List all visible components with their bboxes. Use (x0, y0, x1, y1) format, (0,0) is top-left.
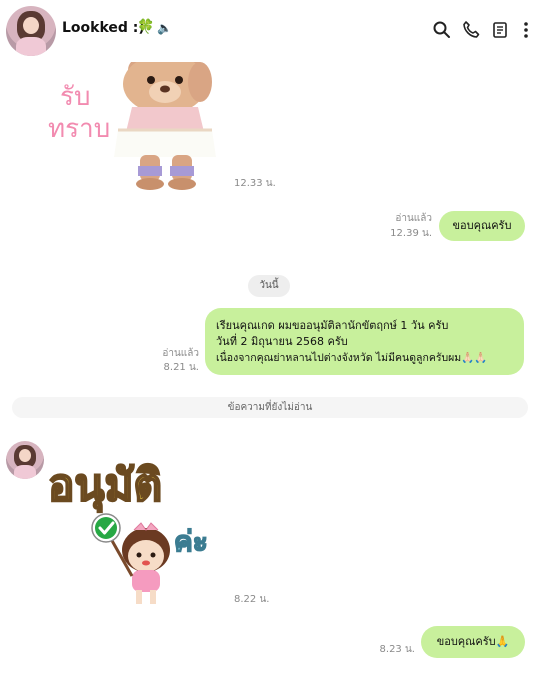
bear-sticker[interactable]: รับ ทราบ (40, 54, 230, 192)
notes-icon[interactable] (490, 20, 510, 40)
message-time: 8.21 น. (163, 362, 199, 373)
speaker-muted-icon[interactable]: 🔈 (157, 21, 172, 35)
date-separator: วันนี้ (248, 275, 290, 297)
sticker-text-main: อนุมัติ (47, 459, 163, 512)
four-leaf-clover-icon: 🍀 (137, 19, 155, 35)
sticker-text-sub: ค่ะ (173, 524, 208, 559)
message-time: 12.39 น. (390, 228, 432, 239)
chat-header: Lookked :) 🍀 🔈 (0, 0, 543, 62)
sticker-text-line2: ทราบ (48, 114, 111, 144)
read-status: อ่านแล้ว (162, 348, 199, 359)
outgoing-message-bubble[interactable]: เรียนคุณเกด ผมขออนุมัติลานักขัตฤกษ์ 1 วั… (205, 308, 524, 375)
outgoing-message-bubble[interactable]: ขอบคุณครับ (439, 211, 525, 241)
outgoing-message-bubble[interactable]: ขอบคุณครับ🙏 (421, 626, 525, 658)
approve-sticker[interactable]: อนุมัติ ค่ะ (46, 450, 226, 610)
read-status: อ่านแล้ว (395, 213, 432, 224)
sender-avatar[interactable] (6, 441, 44, 479)
search-icon[interactable] (432, 20, 452, 40)
message-time: 12.33 น. (234, 178, 276, 189)
unread-divider: ข้อความที่ยังไม่อ่าน (12, 397, 528, 418)
contact-name[interactable]: Lookked :) (62, 20, 145, 36)
more-vertical-icon[interactable] (516, 20, 536, 40)
message-line: เนื่องจากคุณย่าหลานไปต่างจังหวัด ไม่มีคน… (216, 352, 488, 364)
message-line: วันที่ 2 มิถุนายน 2568 ครับ (216, 335, 348, 348)
message-line: เรียนคุณเกด ผมขออนุมัติลานักขัตฤกษ์ 1 วั… (216, 319, 449, 332)
message-time: 8.23 น. (379, 644, 415, 655)
phone-icon[interactable] (461, 20, 481, 40)
message-time: 8.22 น. (234, 594, 270, 605)
contact-avatar[interactable] (6, 6, 56, 56)
